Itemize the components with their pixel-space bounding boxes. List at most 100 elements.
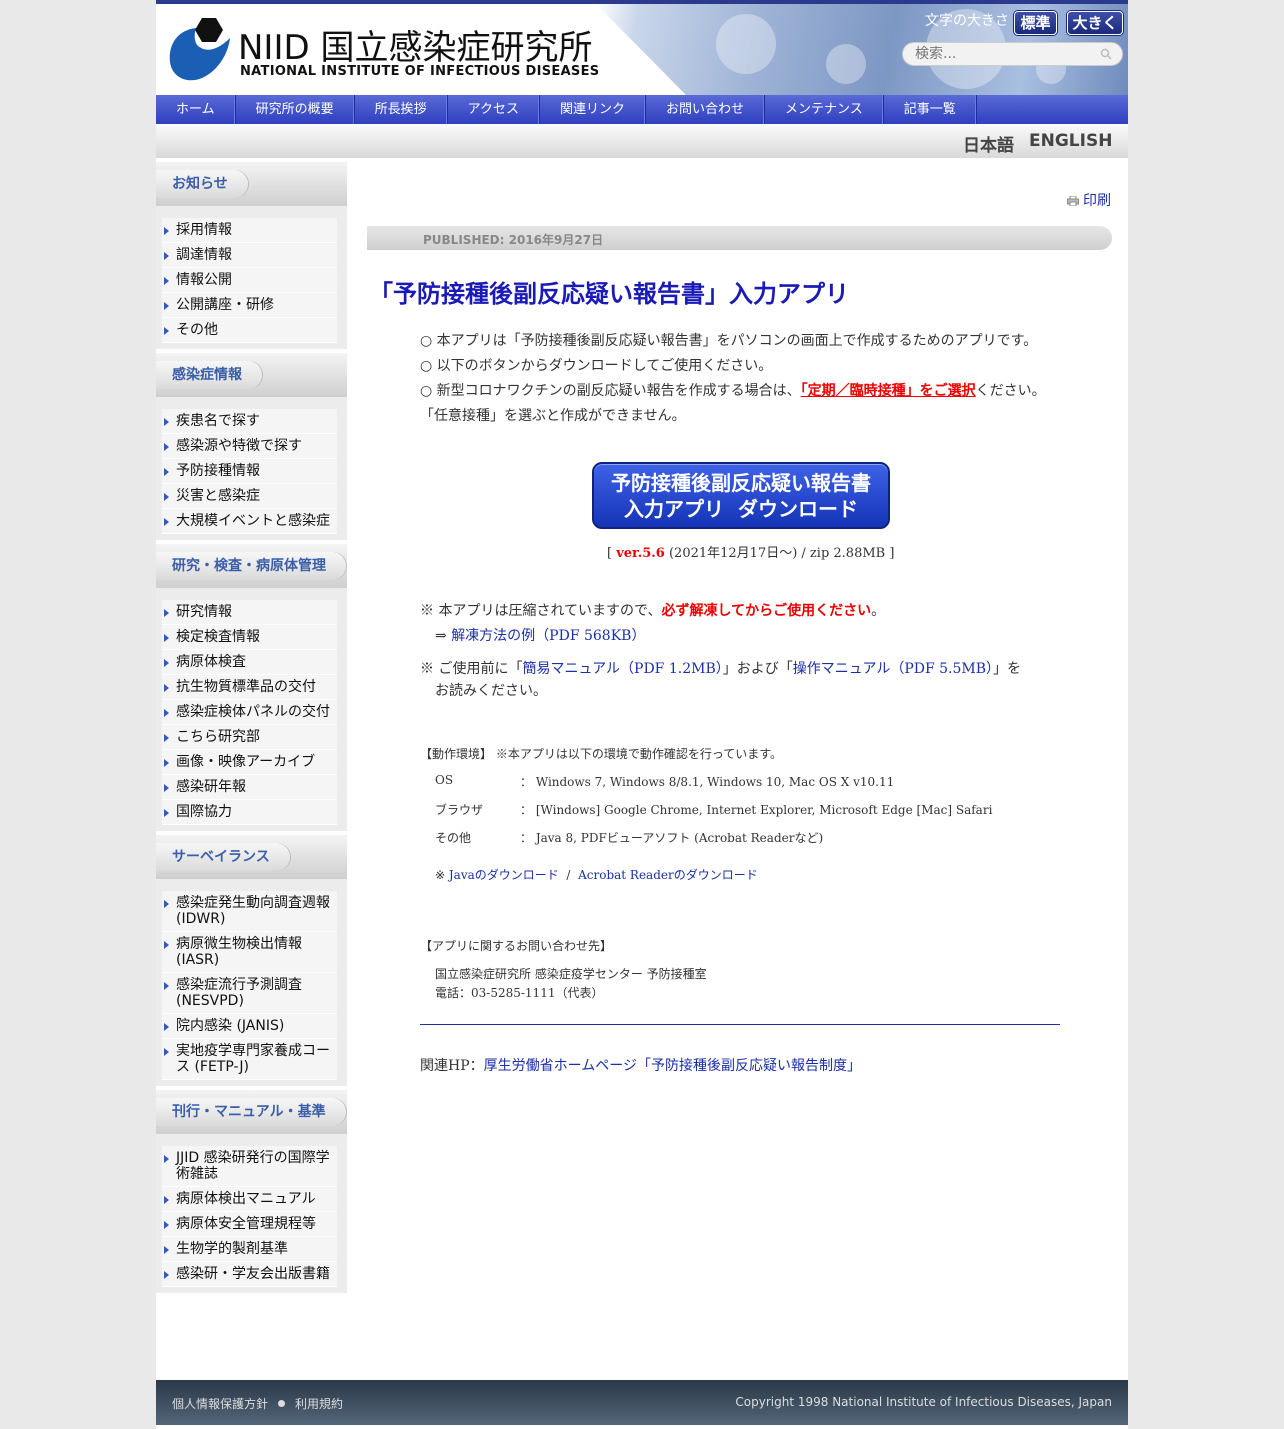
- nav-about[interactable]: 研究所の概要: [236, 95, 355, 124]
- java-download-link[interactable]: Javaのダウンロード: [449, 868, 559, 882]
- nav-greeting[interactable]: 所長挨拶: [355, 95, 448, 124]
- sidebar-item[interactable]: 情報公開: [162, 268, 337, 293]
- intro-line-2: ○ 以下のボタンからダウンロードしてご使用ください。: [420, 358, 773, 374]
- intro-line-1: ○ 本アプリは「予防接種後副反応疑い報告書」をパソコンの画面上で作成するためのア…: [420, 333, 1038, 349]
- nav-articles[interactable]: 記事一覧: [884, 95, 977, 124]
- terms-link[interactable]: 利用規約: [295, 1397, 343, 1411]
- unzip-guide: ⇒ 解凍方法の例（PDF 568KB）: [435, 628, 646, 644]
- sidebar-item[interactable]: 予防接種情報: [162, 459, 337, 484]
- sidebar-item[interactable]: 検定検査情報: [162, 625, 337, 650]
- sidebar-item[interactable]: 採用情報: [162, 218, 337, 243]
- sidebar-item[interactable]: 病原微生物検出情報 (IASR): [162, 932, 337, 973]
- manual-note: ※ ご使用前に「簡易マニュアル（PDF 1.2MB）」および「操作マニュアル（P…: [420, 661, 1022, 677]
- search-input[interactable]: [915, 45, 1095, 63]
- env-label: OS: [435, 773, 454, 787]
- search-icon[interactable]: [1100, 48, 1112, 60]
- env-label: その他: [435, 831, 472, 845]
- sidebar-item[interactable]: 感染源や特徴で探す: [162, 434, 337, 459]
- mhlw-link[interactable]: 厚生労働省ホームページ「予防接種後副反応疑い報告制度」: [484, 1058, 861, 1074]
- sidebar-item[interactable]: 実地疫学専門家養成コース (FETP-J): [162, 1039, 337, 1080]
- sidebar-item[interactable]: 病原体検査: [162, 650, 337, 675]
- sidebar-item[interactable]: 生物学的製剤基準: [162, 1237, 337, 1262]
- language-bar: 日本語 ENGLISH: [156, 124, 1128, 158]
- lang-english-link[interactable]: ENGLISH: [1029, 131, 1112, 151]
- logo-title: NIID 国立感染症研究所: [238, 28, 593, 68]
- sidebar-item[interactable]: 感染症流行予測調査 (NESVPD): [162, 973, 337, 1014]
- download-app-button[interactable]: 予防接種後副反応疑い報告書 入力アプリ ダウンロード: [592, 462, 890, 529]
- published-date: PUBLISHED: 2016年9月27日: [423, 233, 604, 247]
- version-info: [ ver.5.6 (2021年12月17日～) / zip 2.88MB ]: [607, 546, 895, 561]
- sidebar-heading: 研究・検査・病原体管理: [156, 552, 346, 580]
- unzip-note: ※ 本アプリは圧縮されていますので、必ず解凍してからご使用ください。: [420, 603, 886, 619]
- contact-tel: 電話：03-5285-1111（代表）: [435, 986, 604, 1000]
- logo-subtitle: NATIONAL INSTITUTE OF INFECTIOUS DISEASE…: [240, 64, 600, 79]
- manual-note-2: お読みください。: [435, 683, 547, 699]
- sidebar-item[interactable]: こちら研究部: [162, 725, 337, 750]
- sidebar-item[interactable]: 災害と感染症: [162, 484, 337, 509]
- downloads-line: ※ Javaのダウンロード / Acrobat Readerのダウンロード: [435, 868, 758, 882]
- footer: 個人情報保護方針 利用規約 Copyright 1998 National Ins…: [156, 1380, 1128, 1425]
- env-value: ： Windows 7, Windows 8/8.1, Windows 10, …: [520, 775, 895, 789]
- intro-line-3: ○ 新型コロナワクチンの副反応疑い報告を作成する場合は、「定期／臨時接種」をご選…: [420, 383, 1046, 399]
- font-size-standard-button[interactable]: 標準: [1014, 11, 1057, 35]
- sidebar-item[interactable]: 感染研・学友会出版書籍: [162, 1262, 337, 1287]
- sidebar-item[interactable]: 病原体安全管理規程等: [162, 1212, 337, 1237]
- sidebar-section-infection: 感染症情報 疾患名で探す 感染源や特徴で探す 予防接種情報 災害と感染症 大規模…: [156, 353, 347, 540]
- nav-access[interactable]: アクセス: [448, 95, 541, 124]
- main-nav: ホーム 研究所の概要 所長挨拶 アクセス 関連リンク お問い合わせ メンテナンス…: [156, 95, 1128, 124]
- env-label: ブラウザ: [435, 803, 484, 817]
- nav-contact[interactable]: お問い合わせ: [646, 95, 766, 124]
- sidebar-item[interactable]: 調達情報: [162, 243, 337, 268]
- env-value: ： Java 8, PDFビューアソフト (Acrobat Readerなど): [520, 831, 824, 845]
- print-link[interactable]: 印刷: [1067, 190, 1111, 210]
- intro-line-4: 「任意接種」を選ぶと作成ができません。: [420, 408, 686, 424]
- sidebar-item[interactable]: 感染症発生動向調査週報 (IDWR): [162, 891, 337, 932]
- sidebar-section-surveillance: サーベイランス 感染症発生動向調査週報 (IDWR) 病原微生物検出情報 (IA…: [156, 835, 347, 1086]
- font-size-large-button[interactable]: 大きく: [1067, 11, 1123, 35]
- search-box: [902, 42, 1123, 66]
- unzip-guide-link[interactable]: 解凍方法の例（PDF 568KB）: [451, 628, 645, 644]
- sidebar-section-news: お知らせ 採用情報 調達情報 情報公開 公開講座・研修 その他: [156, 162, 347, 349]
- sidebar-item[interactable]: 国際協力: [162, 800, 337, 825]
- niid-logo-icon[interactable]: [168, 16, 232, 84]
- env-value: ： [Windows] Google Chrome, Internet Expl…: [520, 803, 993, 817]
- sidebar-heading: 感染症情報: [156, 361, 262, 389]
- sidebar-item[interactable]: その他: [162, 318, 337, 343]
- privacy-policy-link[interactable]: 個人情報保護方針: [172, 1397, 268, 1411]
- sidebar-item[interactable]: 大規模イベントと感染症: [162, 509, 337, 534]
- sidebar-heading: 刊行・マニュアル・基準: [156, 1098, 346, 1126]
- sidebar-item[interactable]: 感染症検体パネルの交付: [162, 700, 337, 725]
- footer-links: 個人情報保護方針 利用規約: [172, 1395, 343, 1412]
- acrobat-download-link[interactable]: Acrobat Readerのダウンロード: [578, 868, 758, 882]
- contact-org: 国立感染症研究所 感染症疫学センター 予防接種室: [435, 967, 707, 981]
- sidebar-item[interactable]: 画像・映像アーカイブ: [162, 750, 337, 775]
- related-hp: 関連HP：厚生労働省ホームページ「予防接種後副反応疑い報告制度」: [420, 1058, 861, 1074]
- version-number: ver.5.6: [616, 546, 665, 561]
- sidebar-item[interactable]: 研究情報: [162, 600, 337, 625]
- font-size-label: 文字の大きさ: [925, 13, 1009, 29]
- contact-title: 【アプリに関するお問い合わせ先】: [420, 939, 613, 953]
- sidebar-item[interactable]: 院内感染 (JANIS): [162, 1014, 337, 1039]
- simple-manual-link[interactable]: 簡易マニュアル（PDF 1.2MB）: [522, 661, 722, 677]
- operation-manual-link[interactable]: 操作マニュアル（PDF 5.5MB）: [793, 661, 993, 677]
- sidebar-section-research: 研究・検査・病原体管理 研究情報 検定検査情報 病原体検査 抗生物質標準品の交付…: [156, 544, 347, 831]
- nav-home[interactable]: ホーム: [156, 95, 236, 124]
- sidebar-item[interactable]: 疾患名で探す: [162, 409, 337, 434]
- sidebar-item[interactable]: 抗生物質標準品の交付: [162, 675, 337, 700]
- header: NIID 国立感染症研究所 NATIONAL INSTITUTE OF INFE…: [156, 4, 1128, 95]
- separator-dot-icon: [278, 1400, 286, 1407]
- sidebar-item[interactable]: 公開講座・研修: [162, 293, 337, 318]
- sidebar-item[interactable]: 病原体検出マニュアル: [162, 1187, 337, 1212]
- nav-maintenance[interactable]: メンテナンス: [765, 95, 884, 124]
- printer-icon: [1067, 196, 1079, 206]
- sidebar-item[interactable]: 感染研年報: [162, 775, 337, 800]
- page: NIID 国立感染症研究所 NATIONAL INSTITUTE OF INFE…: [156, 0, 1128, 1429]
- sidebar: お知らせ 採用情報 調達情報 情報公開 公開講座・研修 その他 感染症情報 疾患…: [156, 162, 347, 1297]
- env-title: 【動作環境】 ※本アプリは以下の環境で動作確認を行っています。: [420, 747, 783, 761]
- print-label: 印刷: [1083, 193, 1111, 209]
- published-bar: PUBLISHED: 2016年9月27日: [367, 226, 1112, 250]
- sidebar-heading: サーベイランス: [156, 843, 290, 871]
- sidebar-item[interactable]: JJID 感染研発行の国際学術雑誌: [162, 1146, 337, 1187]
- lang-japanese-link[interactable]: 日本語: [963, 131, 1014, 156]
- nav-links[interactable]: 関連リンク: [540, 95, 647, 124]
